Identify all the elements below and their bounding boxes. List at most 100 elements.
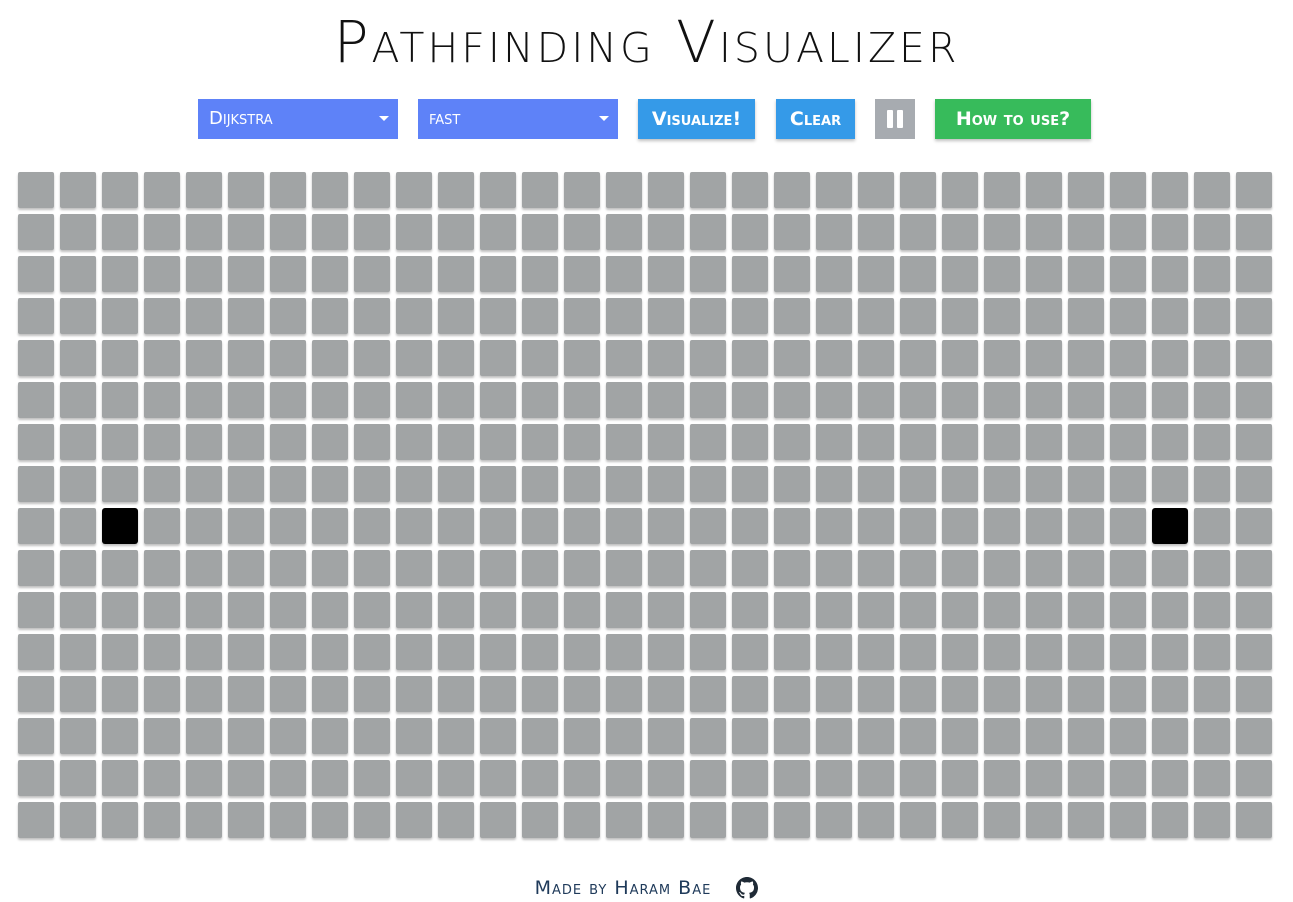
grid-cell[interactable] bbox=[1110, 340, 1146, 376]
grid-cell[interactable] bbox=[1110, 256, 1146, 292]
grid-cell[interactable] bbox=[144, 634, 180, 670]
grid-cell[interactable] bbox=[522, 298, 558, 334]
grid-cell[interactable] bbox=[186, 760, 222, 796]
grid-cell[interactable] bbox=[1194, 718, 1230, 754]
grid-cell[interactable] bbox=[816, 718, 852, 754]
grid-cell[interactable] bbox=[1194, 298, 1230, 334]
grid-cell[interactable] bbox=[18, 634, 54, 670]
grid-cell[interactable] bbox=[438, 802, 474, 838]
grid-cell[interactable] bbox=[144, 592, 180, 628]
grid-cell[interactable] bbox=[1236, 718, 1272, 754]
grid-cell[interactable] bbox=[816, 508, 852, 544]
grid-cell[interactable] bbox=[438, 718, 474, 754]
grid-cell[interactable] bbox=[1026, 802, 1062, 838]
grid-cell[interactable] bbox=[606, 718, 642, 754]
grid-cell[interactable] bbox=[312, 340, 348, 376]
grid-cell[interactable] bbox=[606, 298, 642, 334]
grid-cell[interactable] bbox=[522, 256, 558, 292]
grid-cell[interactable] bbox=[354, 508, 390, 544]
grid-cell[interactable] bbox=[354, 424, 390, 460]
grid-cell[interactable] bbox=[102, 634, 138, 670]
speed-select[interactable]: fast bbox=[418, 99, 618, 139]
grid-cell[interactable] bbox=[312, 424, 348, 460]
grid-cell[interactable] bbox=[606, 550, 642, 586]
grid-cell[interactable] bbox=[186, 340, 222, 376]
grid-cell[interactable] bbox=[18, 676, 54, 712]
grid-cell[interactable] bbox=[1236, 382, 1272, 418]
grid-cell[interactable] bbox=[102, 298, 138, 334]
grid-cell[interactable] bbox=[144, 550, 180, 586]
grid-cell[interactable] bbox=[270, 424, 306, 460]
grid-cell[interactable] bbox=[1194, 550, 1230, 586]
grid-cell[interactable] bbox=[690, 298, 726, 334]
grid-cell[interactable] bbox=[564, 172, 600, 208]
grid-cell[interactable] bbox=[774, 424, 810, 460]
grid-cell[interactable] bbox=[270, 634, 306, 670]
grid-cell[interactable] bbox=[984, 550, 1020, 586]
grid-cell[interactable] bbox=[732, 760, 768, 796]
grid-cell[interactable] bbox=[774, 718, 810, 754]
grid-cell[interactable] bbox=[648, 592, 684, 628]
grid-cell[interactable] bbox=[648, 172, 684, 208]
grid-cell[interactable] bbox=[984, 256, 1020, 292]
grid-cell[interactable] bbox=[1152, 298, 1188, 334]
grid-cell[interactable] bbox=[984, 592, 1020, 628]
grid-cell[interactable] bbox=[1236, 340, 1272, 376]
grid-cell[interactable] bbox=[984, 508, 1020, 544]
grid-cell[interactable] bbox=[270, 214, 306, 250]
grid-cell[interactable] bbox=[1026, 382, 1062, 418]
grid-cell[interactable] bbox=[186, 634, 222, 670]
start-node[interactable] bbox=[102, 508, 138, 544]
grid-cell[interactable] bbox=[1152, 676, 1188, 712]
grid-cell[interactable] bbox=[522, 634, 558, 670]
grid-cell[interactable] bbox=[648, 298, 684, 334]
grid-cell[interactable] bbox=[522, 508, 558, 544]
grid-cell[interactable] bbox=[354, 214, 390, 250]
grid-cell[interactable] bbox=[858, 382, 894, 418]
grid-cell[interactable] bbox=[396, 214, 432, 250]
grid-cell[interactable] bbox=[816, 256, 852, 292]
grid-cell[interactable] bbox=[1194, 214, 1230, 250]
grid-cell[interactable] bbox=[690, 676, 726, 712]
github-icon[interactable] bbox=[736, 876, 759, 899]
grid-cell[interactable] bbox=[1194, 256, 1230, 292]
grid-cell[interactable] bbox=[816, 550, 852, 586]
grid-cell[interactable] bbox=[816, 634, 852, 670]
grid-cell[interactable] bbox=[648, 424, 684, 460]
grid-cell[interactable] bbox=[858, 592, 894, 628]
grid-cell[interactable] bbox=[690, 172, 726, 208]
grid-cell[interactable] bbox=[942, 382, 978, 418]
grid-cell[interactable] bbox=[606, 676, 642, 712]
grid-cell[interactable] bbox=[1026, 340, 1062, 376]
grid-cell[interactable] bbox=[60, 760, 96, 796]
grid-cell[interactable] bbox=[1110, 424, 1146, 460]
grid-cell[interactable] bbox=[312, 592, 348, 628]
grid-cell[interactable] bbox=[312, 298, 348, 334]
grid-cell[interactable] bbox=[1026, 550, 1062, 586]
grid-cell[interactable] bbox=[984, 676, 1020, 712]
grid-cell[interactable] bbox=[942, 508, 978, 544]
grid-cell[interactable] bbox=[1194, 172, 1230, 208]
grid-cell[interactable] bbox=[1152, 172, 1188, 208]
grid-cell[interactable] bbox=[312, 382, 348, 418]
grid-cell[interactable] bbox=[270, 172, 306, 208]
grid-cell[interactable] bbox=[186, 256, 222, 292]
grid-cell[interactable] bbox=[522, 676, 558, 712]
grid-cell[interactable] bbox=[942, 592, 978, 628]
grid-cell[interactable] bbox=[1236, 802, 1272, 838]
grid-cell[interactable] bbox=[984, 382, 1020, 418]
grid-cell[interactable] bbox=[228, 424, 264, 460]
grid-cell[interactable] bbox=[228, 214, 264, 250]
grid-cell[interactable] bbox=[186, 466, 222, 502]
grid-cell[interactable] bbox=[144, 718, 180, 754]
grid-cell[interactable] bbox=[1068, 382, 1104, 418]
grid-cell[interactable] bbox=[774, 214, 810, 250]
grid-cell[interactable] bbox=[102, 172, 138, 208]
grid-cell[interactable] bbox=[60, 298, 96, 334]
grid-cell[interactable] bbox=[144, 214, 180, 250]
grid-cell[interactable] bbox=[396, 760, 432, 796]
grid-cell[interactable] bbox=[144, 802, 180, 838]
grid-cell[interactable] bbox=[480, 802, 516, 838]
grid-cell[interactable] bbox=[648, 382, 684, 418]
grid-cell[interactable] bbox=[312, 508, 348, 544]
